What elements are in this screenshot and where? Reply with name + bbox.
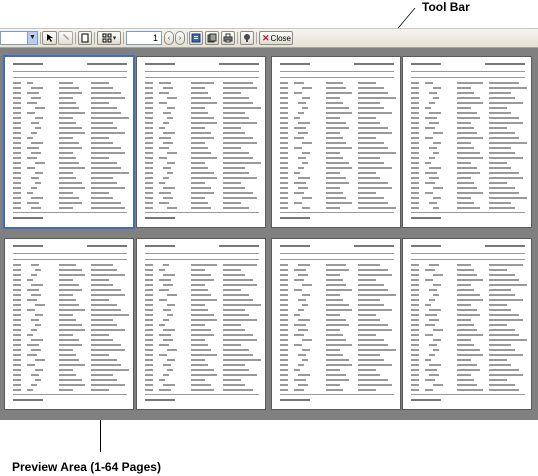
select-tool-button[interactable] [42, 31, 57, 45]
preview-page[interactable] [136, 238, 266, 410]
page-rule [145, 212, 259, 213]
page-rule [411, 394, 525, 395]
multi-page-button[interactable]: ▾ [97, 31, 121, 45]
page-footer-line [145, 399, 175, 401]
page-rule [411, 71, 525, 72]
page-footer-line [280, 217, 310, 219]
page-rule [411, 253, 525, 254]
preview-area[interactable] [0, 48, 538, 420]
preview-page[interactable] [136, 56, 266, 228]
toolbar-separator [187, 32, 188, 44]
previous-page-icon: ‹ [167, 34, 171, 42]
export-button[interactable] [205, 31, 219, 45]
page-footer-line [145, 217, 175, 219]
page-rule [13, 77, 127, 78]
page-setup-icon [191, 33, 201, 43]
page-footer-line [13, 399, 43, 401]
close-button[interactable]: ✕ Close [259, 31, 293, 45]
multi-page-dropdown-arrow: ▾ [112, 35, 117, 42]
page-header-lines [13, 63, 127, 67]
page-rule [13, 71, 127, 72]
page-rule [280, 77, 394, 78]
page-header-lines [145, 63, 259, 67]
toolbar-separator [256, 32, 257, 44]
zoom-dropdown[interactable]: ▼ [0, 31, 38, 45]
help-icon [244, 34, 250, 42]
page-content-rows [411, 263, 527, 391]
page-rule [13, 259, 127, 260]
page-rule [145, 77, 259, 78]
toolbar-callout-line [396, 8, 416, 30]
page-rule [411, 259, 525, 260]
page-rule [13, 212, 127, 213]
page-content-rows [13, 81, 129, 209]
page-rule [145, 259, 259, 260]
multi-page-icon [102, 33, 112, 43]
preview-page[interactable] [402, 238, 532, 410]
toolbar-separator [123, 32, 124, 44]
toolbar-separator [237, 32, 238, 44]
previous-page-button[interactable]: ‹ [164, 31, 174, 45]
page-number-value: 1 [152, 33, 158, 43]
export-icon [207, 33, 217, 43]
page-content-rows [145, 81, 261, 209]
page-number-field[interactable]: 1 [126, 31, 162, 45]
page-header-lines [280, 245, 394, 249]
page-content-rows [13, 263, 129, 391]
page-footer-line [411, 217, 441, 219]
hand-tool-button[interactable] [58, 31, 73, 45]
page-footer-line [280, 399, 310, 401]
help-button[interactable] [240, 31, 254, 45]
next-page-button[interactable]: › [175, 31, 185, 45]
print-icon [223, 33, 233, 43]
page-header-lines [145, 245, 259, 249]
preview-page[interactable] [4, 238, 134, 410]
page-rule [145, 394, 259, 395]
page-content-rows [411, 81, 527, 209]
preview-page[interactable] [402, 56, 532, 228]
print-button[interactable] [221, 31, 235, 45]
page-rule [13, 253, 127, 254]
chevron-down-icon: ▼ [27, 32, 37, 44]
page-content-rows [280, 81, 396, 209]
page-rule [280, 71, 394, 72]
next-page-icon: › [178, 34, 182, 42]
page-rule [280, 253, 394, 254]
preview-page[interactable] [271, 56, 401, 228]
page-footer-line [13, 217, 43, 219]
page-header-lines [280, 63, 394, 67]
hand-tool-icon [62, 34, 69, 40]
page-footer-line [411, 399, 441, 401]
single-page-button[interactable] [78, 31, 92, 45]
page-header-lines [411, 63, 525, 67]
page-header-lines [13, 245, 127, 249]
page-rule [13, 394, 127, 395]
page-rule [145, 71, 259, 72]
toolbar-separator [94, 32, 95, 44]
preview-page[interactable] [271, 238, 401, 410]
toolbar-separator [40, 32, 41, 44]
preview-page[interactable] [3, 55, 135, 229]
toolbar: ▼ ▾ 1 ‹ › ✕ Close [0, 28, 538, 48]
page-rule [145, 253, 259, 254]
page-rule [280, 259, 394, 260]
preview-callout-label: Preview Area (1-64 Pages) [12, 460, 161, 474]
page-content-rows [145, 263, 261, 391]
page-rule [411, 77, 525, 78]
page-setup-button[interactable] [189, 31, 203, 45]
toolbar-separator [75, 32, 76, 44]
close-button-label: Close [270, 33, 291, 43]
close-icon: ✕ [262, 32, 270, 43]
toolbar-callout-label: Tool Bar [422, 0, 470, 14]
select-tool-icon [46, 34, 53, 42]
page-header-lines [411, 245, 525, 249]
page-rule [411, 212, 525, 213]
page-content-rows [280, 263, 396, 391]
page-rule [280, 212, 394, 213]
single-page-icon [81, 33, 89, 43]
page-rule [280, 394, 394, 395]
